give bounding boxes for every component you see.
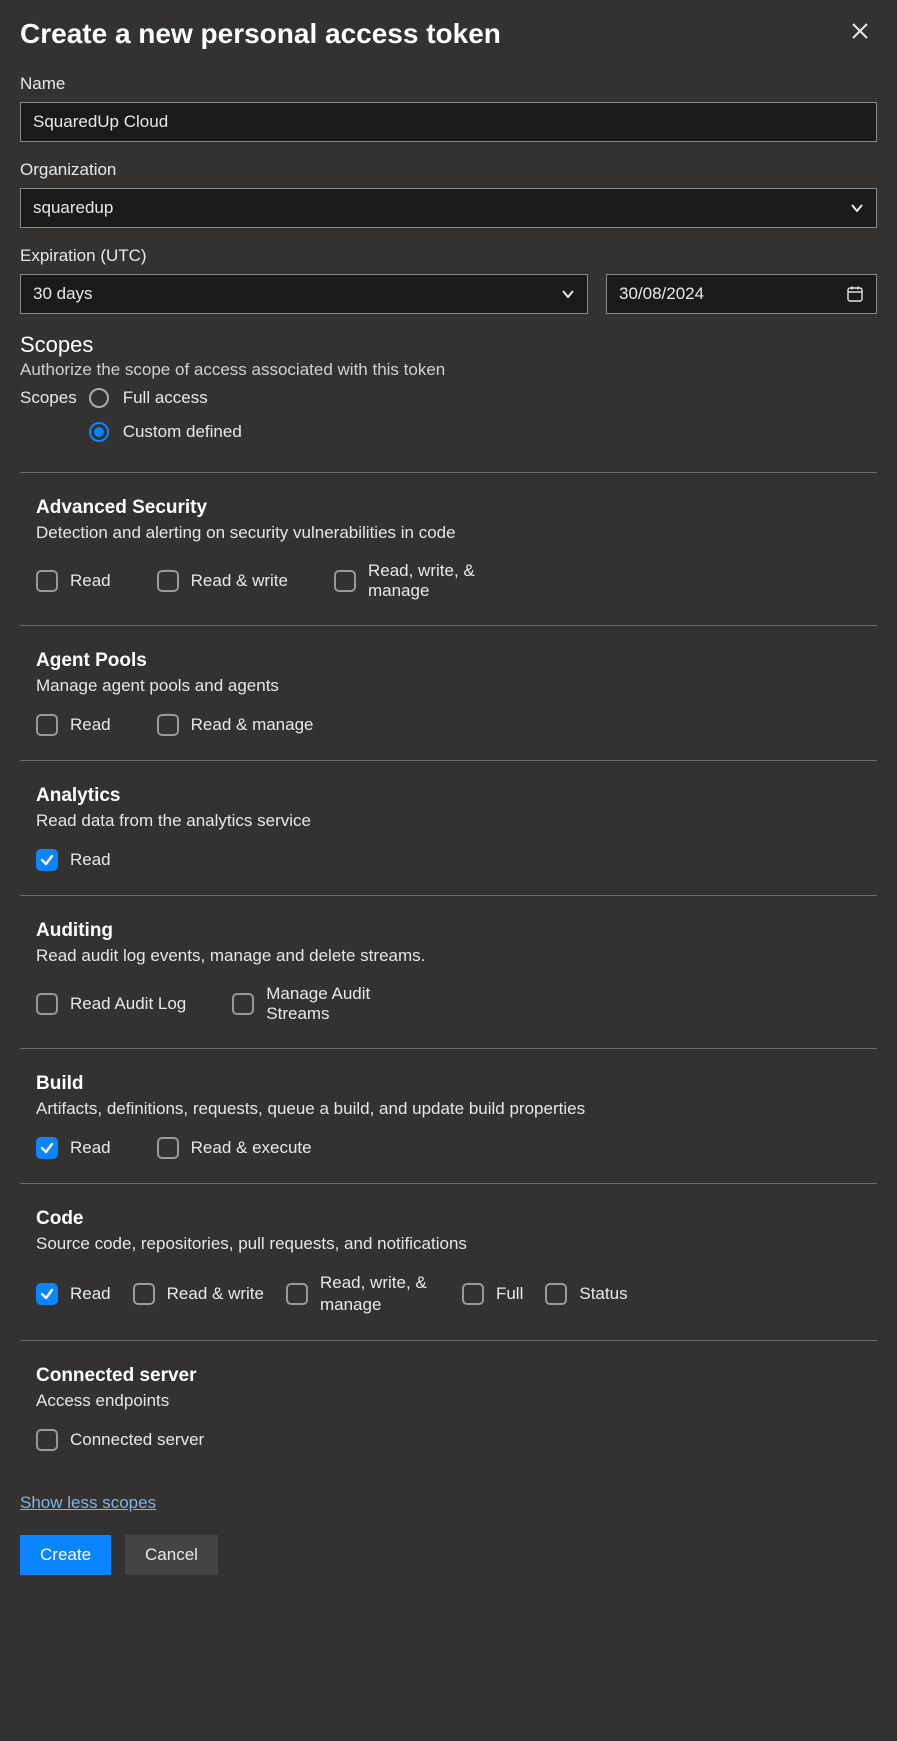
checkbox[interactable] (157, 1137, 179, 1159)
checkbox[interactable] (36, 570, 58, 592)
dialog-title: Create a new personal access token (20, 18, 501, 50)
scope-group-desc: Artifacts, definitions, requests, queue … (36, 1099, 877, 1119)
checkbox-label: Read & write (167, 1283, 264, 1305)
checkbox-label: Connected server (70, 1430, 204, 1450)
checkbox[interactable] (545, 1283, 567, 1305)
checkbox[interactable] (133, 1283, 155, 1305)
scope-group-desc: Read audit log events, manage and delete… (36, 946, 877, 966)
scope-group-title: Auditing (36, 920, 877, 942)
organization-select[interactable]: squaredup (20, 188, 877, 228)
show-less-scopes-link[interactable]: Show less scopes (20, 1493, 156, 1513)
organization-value: squaredup (33, 198, 113, 218)
expiration-label: Expiration (UTC) (20, 246, 877, 266)
scope-group-title: Analytics (36, 785, 877, 807)
checkbox[interactable] (36, 849, 58, 871)
create-button[interactable]: Create (20, 1535, 111, 1575)
checkbox-label: Manage Audit Streams (266, 984, 406, 1024)
checkbox[interactable] (286, 1283, 308, 1305)
checkbox-label: Read (70, 571, 111, 591)
checkbox[interactable] (36, 714, 58, 736)
expiration-duration-select[interactable]: 30 days (20, 274, 588, 314)
checkbox-label: Read & execute (191, 1138, 312, 1158)
calendar-icon (846, 285, 864, 303)
checkbox-label: Read (70, 850, 111, 870)
scope-group-desc: Access endpoints (36, 1391, 877, 1411)
scope-group-desc: Detection and alerting on security vulne… (36, 523, 877, 543)
scopes-radio-label: Scopes (20, 388, 77, 448)
chevron-down-icon (561, 287, 575, 301)
scope-group: Auditing Read audit log events, manage an… (20, 896, 877, 1048)
checkbox-label: Status (579, 1284, 627, 1304)
checkbox-label: Read, write, & manage (320, 1272, 440, 1316)
scope-group-desc: Read data from the analytics service (36, 811, 877, 831)
radio-full-access[interactable] (89, 388, 109, 408)
expiration-date-value: 30/08/2024 (619, 284, 704, 304)
expiration-date-input[interactable]: 30/08/2024 (606, 274, 877, 314)
organization-label: Organization (20, 160, 877, 180)
checkbox-label: Read (70, 715, 111, 735)
cancel-button[interactable]: Cancel (125, 1535, 218, 1575)
scopes-title: Scopes (20, 332, 877, 358)
close-button[interactable] (843, 18, 877, 50)
checkbox-label: Read (70, 1284, 111, 1304)
scope-group-title: Advanced Security (36, 497, 877, 519)
scope-group-desc: Manage agent pools and agents (36, 676, 877, 696)
radio-custom-defined-label: Custom defined (123, 422, 242, 442)
close-icon (851, 22, 869, 40)
checkbox[interactable] (334, 570, 356, 592)
checkbox[interactable] (36, 993, 58, 1015)
chevron-down-icon (850, 201, 864, 215)
scope-group: Connected server Access endpoints Connecte… (20, 1341, 877, 1475)
checkbox-label: Read & manage (191, 715, 314, 735)
radio-full-access-label: Full access (123, 388, 208, 408)
scope-group-title: Connected server (36, 1365, 877, 1387)
name-label: Name (20, 74, 877, 94)
scope-group: Build Artifacts, definitions, requests, q… (20, 1049, 877, 1183)
checkbox[interactable] (36, 1283, 58, 1305)
checkbox[interactable] (157, 714, 179, 736)
checkbox[interactable] (157, 570, 179, 592)
radio-custom-defined[interactable] (89, 422, 109, 442)
scope-group: Advanced Security Detection and alerting … (20, 473, 877, 625)
scope-group-title: Code (36, 1208, 877, 1230)
scope-group: Code Source code, repositories, pull requ… (20, 1184, 877, 1340)
name-input[interactable] (20, 102, 877, 142)
checkbox-label: Read Audit Log (70, 994, 186, 1014)
checkbox-label: Read & write (191, 571, 288, 591)
checkbox[interactable] (462, 1283, 484, 1305)
checkbox[interactable] (36, 1137, 58, 1159)
expiration-duration-value: 30 days (33, 284, 93, 304)
checkbox-label: Full (496, 1284, 523, 1304)
scope-group-desc: Source code, repositories, pull requests… (36, 1234, 877, 1254)
scope-group-title: Agent Pools (36, 650, 877, 672)
scope-group-title: Build (36, 1073, 877, 1095)
checkbox[interactable] (36, 1429, 58, 1451)
scopes-subtitle: Authorize the scope of access associated… (20, 360, 877, 380)
scope-group: Analytics Read data from the analytics se… (20, 761, 877, 895)
checkbox-label: Read, write, & manage (368, 561, 508, 601)
checkbox[interactable] (232, 993, 254, 1015)
checkbox-label: Read (70, 1138, 111, 1158)
scope-group: Agent Pools Manage agent pools and agents… (20, 626, 877, 760)
